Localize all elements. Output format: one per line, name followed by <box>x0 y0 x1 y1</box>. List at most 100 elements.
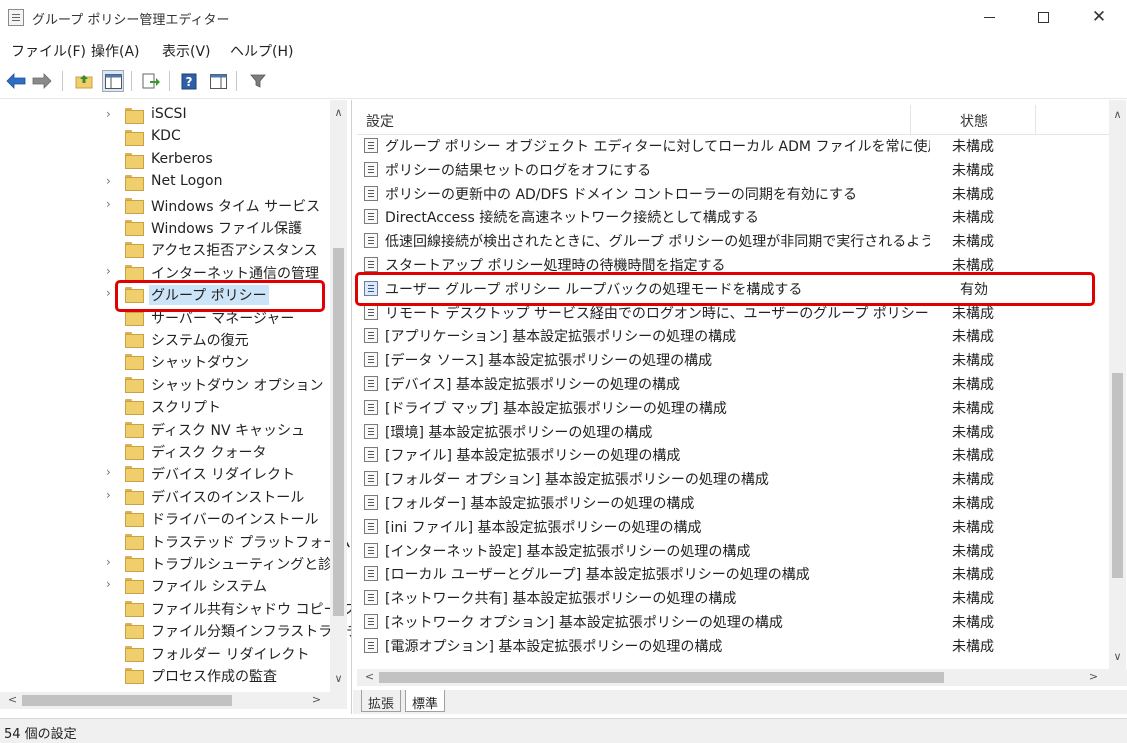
tree-item[interactable]: KDC <box>0 126 330 148</box>
menu-help[interactable]: ヘルプ(H) <box>230 41 293 61</box>
tree-item[interactable]: › ファイル システム <box>0 574 330 596</box>
tree-item[interactable]: › デバイス リダイレクト <box>0 462 330 484</box>
column-divider[interactable] <box>910 105 911 135</box>
list-scroll-thumb[interactable] <box>1112 373 1123 578</box>
settings-list-pane[interactable]: 設定 状態 グループ ポリシー オブジェクト エディターに対してローカル ADM… <box>357 100 1127 690</box>
tree-item[interactable]: シャットダウン <box>0 350 330 372</box>
tree-item[interactable]: アクセス拒否アシスタンス <box>0 238 330 260</box>
setting-row[interactable]: [ローカル ユーザーとグループ] 基本設定拡張ポリシーの処理の構成 未構成 <box>357 562 1109 586</box>
close-button[interactable]: ✕ <box>1076 0 1122 34</box>
tree-item[interactable]: ディスク クォータ <box>0 440 330 462</box>
tree-item[interactable]: トラステッド プラットフォーム モジ <box>0 530 351 552</box>
scroll-left-arrow-icon[interactable]: < <box>361 670 378 683</box>
up-one-level-button[interactable] <box>73 70 95 92</box>
setting-row[interactable]: DirectAccess 接続を高速ネットワーク接続として構成する 未構成 <box>357 205 1109 229</box>
setting-row[interactable]: 低速回線接続が検出されたときに、グループ ポリシーの処理が非同期で実行されるよう… <box>357 229 1109 253</box>
tree-pane[interactable]: › iSCSI KDC Kerberos › Net Logon › Windows タイム … <box>0 100 352 714</box>
scroll-up-arrow-icon[interactable]: ∧ <box>1109 108 1126 121</box>
tree-item[interactable]: › Net Logon <box>0 171 330 193</box>
maximize-button[interactable] <box>1020 0 1066 34</box>
scroll-right-arrow-icon[interactable]: > <box>1085 670 1102 683</box>
list-horizontal-scrollbar[interactable]: < > <box>357 669 1127 686</box>
tree-item[interactable]: › Windows タイム サービス <box>0 194 330 216</box>
chevron-right-icon[interactable]: › <box>106 108 118 120</box>
scroll-down-arrow-icon[interactable]: ∨ <box>1109 650 1126 663</box>
forward-button[interactable] <box>31 70 53 92</box>
chevron-right-icon[interactable]: › <box>106 489 118 501</box>
tree-item[interactable]: Kerberos <box>0 149 330 171</box>
chevron-right-icon[interactable]: › <box>106 556 118 568</box>
scroll-up-arrow-icon[interactable]: ∧ <box>330 106 347 119</box>
setting-row[interactable]: [電源オプション] 基本設定拡張ポリシーの処理の構成 未構成 <box>357 634 1109 658</box>
tree-item-label: トラブルシューティングと診断 <box>151 557 347 573</box>
folder-icon <box>125 376 144 393</box>
policy-setting-icon <box>364 518 378 534</box>
filter-button[interactable] <box>247 70 269 92</box>
tree-item[interactable]: Windows ファイル保護 <box>0 216 330 238</box>
setting-row[interactable]: [環境] 基本設定拡張ポリシーの処理の構成 未構成 <box>357 420 1109 444</box>
menu-action[interactable]: 操作(A) <box>91 41 140 61</box>
tree-item[interactable]: シャットダウン オプション <box>0 373 330 395</box>
export-list-button[interactable] <box>140 70 162 92</box>
setting-row[interactable]: ポリシーの結果セットのログをオフにする 未構成 <box>357 158 1109 182</box>
scroll-down-arrow-icon[interactable]: ∨ <box>330 672 347 685</box>
tree-item[interactable]: フォルダー リダイレクト <box>0 642 330 664</box>
chevron-right-icon[interactable]: › <box>106 265 118 277</box>
menu-view[interactable]: 表示(V) <box>162 41 211 61</box>
tree-scroll-thumb[interactable] <box>333 248 344 616</box>
column-header-state[interactable]: 状態 <box>960 111 988 131</box>
setting-row[interactable]: [インターネット設定] 基本設定拡張ポリシーの処理の構成 未構成 <box>357 539 1109 563</box>
tree-item[interactable]: › デバイスのインストール <box>0 485 330 507</box>
tree-item[interactable]: システムの復元 <box>0 328 330 350</box>
setting-row[interactable]: ポリシーの更新中の AD/DFS ドメイン コントローラーの同期を有効にする 未構… <box>357 182 1109 206</box>
tree-hscroll-thumb[interactable] <box>22 695 232 706</box>
show-hide-tree-button[interactable] <box>102 70 124 92</box>
folder-icon <box>125 488 144 505</box>
chevron-right-icon[interactable]: › <box>106 198 118 210</box>
setting-row[interactable]: グループ ポリシー オブジェクト エディターに対してローカル ADM ファイルを… <box>357 134 1109 158</box>
tree-item[interactable]: › トラブルシューティングと診断 <box>0 552 346 574</box>
minimize-button[interactable] <box>966 0 1012 34</box>
scroll-left-arrow-icon[interactable]: < <box>4 693 21 706</box>
tab-extended[interactable]: 拡張 <box>361 690 402 712</box>
column-divider[interactable] <box>1035 105 1036 135</box>
tree-vertical-scrollbar[interactable]: ∧ ∨ <box>330 100 347 692</box>
tree-item[interactable]: ファイル共有シャドウ コピー プロ <box>0 597 351 619</box>
list-hscroll-thumb[interactable] <box>379 672 944 683</box>
tree-horizontal-scrollbar[interactable]: < > <box>0 692 347 709</box>
tree-item[interactable]: › iSCSI <box>0 104 330 126</box>
scroll-right-arrow-icon[interactable]: > <box>308 693 325 706</box>
setting-row[interactable]: [ドライブ マップ] 基本設定拡張ポリシーの処理の構成 未構成 <box>357 396 1109 420</box>
tree-item[interactable]: ファイル分類インフラストラクチャ <box>0 619 351 641</box>
setting-row[interactable]: [ini ファイル] 基本設定拡張ポリシーの処理の構成 未構成 <box>357 515 1109 539</box>
setting-row[interactable]: [フォルダー] 基本設定拡張ポリシーの処理の構成 未構成 <box>357 491 1109 515</box>
setting-name: ポリシーの結果セットのログをオフにする <box>385 162 652 179</box>
tree-item[interactable]: スクリプト <box>0 395 330 417</box>
chevron-right-icon[interactable]: › <box>106 578 118 590</box>
setting-row[interactable]: [アプリケーション] 基本設定拡張ポリシーの処理の構成 未構成 <box>357 324 1109 348</box>
setting-row[interactable]: [デバイス] 基本設定拡張ポリシーの処理の構成 未構成 <box>357 372 1109 396</box>
setting-row[interactable]: [ネットワーク オプション] 基本設定拡張ポリシーの処理の構成 未構成 <box>357 610 1109 634</box>
properties-pane-button[interactable] <box>207 70 229 92</box>
back-button[interactable] <box>5 70 27 92</box>
help-button[interactable]: ? <box>178 70 200 92</box>
show-hide-tree-icon <box>104 73 122 89</box>
setting-name: DirectAccess 接続を高速ネットワーク接続として構成する <box>385 210 759 227</box>
setting-row[interactable]: [ファイル] 基本設定拡張ポリシーの処理の構成 未構成 <box>357 443 1109 467</box>
column-header-setting[interactable]: 設定 <box>366 111 394 131</box>
chevron-right-icon[interactable]: › <box>106 466 118 478</box>
setting-state: 未構成 <box>952 234 994 251</box>
list-header: 設定 状態 <box>357 105 1109 135</box>
setting-row[interactable]: [フォルダー オプション] 基本設定拡張ポリシーの処理の構成 未構成 <box>357 467 1109 491</box>
setting-row[interactable]: [ネットワーク共有] 基本設定拡張ポリシーの処理の構成 未構成 <box>357 586 1109 610</box>
tree-item[interactable]: ドライバーのインストール <box>0 507 330 529</box>
folder-icon <box>125 130 144 147</box>
tab-standard[interactable]: 標準 <box>405 690 446 712</box>
tree-item[interactable]: プロセス作成の監査 <box>0 664 330 686</box>
setting-row[interactable]: [データ ソース] 基本設定拡張ポリシーの処理の構成 未構成 <box>357 348 1109 372</box>
menu-file[interactable]: ファイル(F) <box>11 41 86 61</box>
setting-name: グループ ポリシー オブジェクト エディターに対してローカル ADM ファイルを… <box>385 139 930 155</box>
list-vertical-scrollbar[interactable]: ∧ ∨ <box>1109 100 1126 673</box>
chevron-right-icon[interactable]: › <box>106 175 118 187</box>
tree-item[interactable]: ディスク NV キャッシュ <box>0 418 330 440</box>
